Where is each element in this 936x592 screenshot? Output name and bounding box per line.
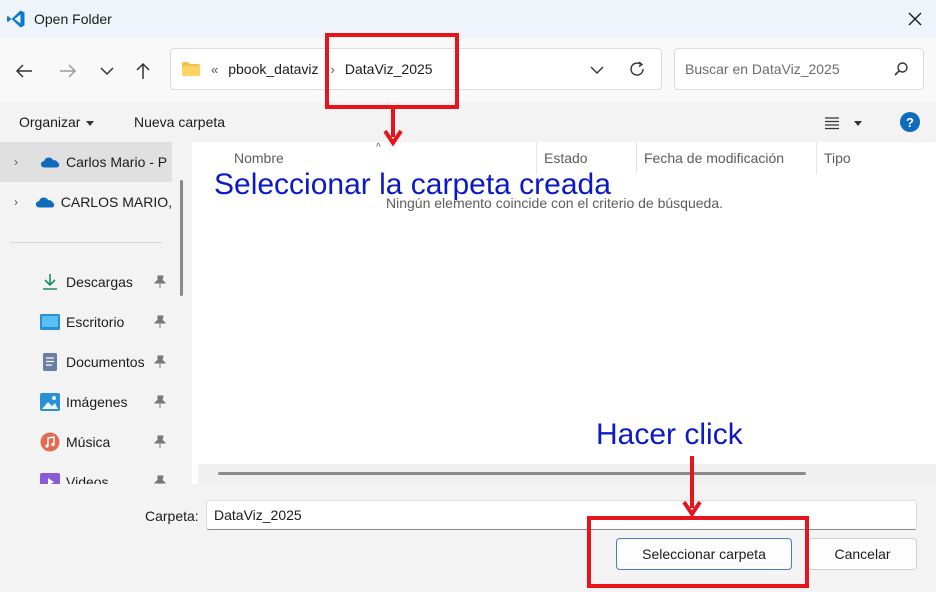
chevron-down-icon[interactable]: [589, 60, 605, 80]
back-button[interactable]: [11, 58, 37, 84]
folder-field-label: Carpeta:: [145, 508, 199, 524]
arrow-down-icon: [383, 107, 403, 147]
arrow-right-icon: [60, 64, 77, 78]
column-divider[interactable]: [636, 142, 637, 174]
sidebar-scrollbar[interactable]: [180, 180, 183, 296]
search-icon[interactable]: [893, 61, 909, 77]
command-bar: Organizar Nueva carpeta: [0, 102, 936, 142]
sidebar-item-onedrive-org[interactable]: › CARLOS MARIO,: [0, 182, 172, 222]
sidebar-item-desktop[interactable]: Escritorio: [0, 302, 172, 342]
onedrive-cloud-icon: [40, 152, 60, 172]
refresh-icon[interactable]: [627, 59, 647, 79]
music-icon: [40, 432, 60, 452]
highlight-box-breadcrumb: [325, 33, 459, 109]
sidebar-item-label: Carlos Mario - P: [66, 154, 168, 170]
sidebar-item-documents[interactable]: Documentos: [0, 342, 172, 382]
window-title: Open Folder: [34, 11, 112, 27]
sidebar-item-music[interactable]: Música: [0, 422, 172, 462]
desktop-icon: [40, 312, 60, 332]
pin-icon: [154, 435, 166, 448]
chevron-down-icon: [100, 67, 114, 76]
column-divider[interactable]: [816, 142, 817, 174]
arrow-down-icon: [682, 456, 702, 518]
onedrive-cloud-icon: [35, 192, 55, 212]
sidebar-item-label: Escritorio: [66, 314, 125, 330]
title-bar: Open Folder: [0, 0, 936, 38]
sidebar-item-pictures[interactable]: Imágenes: [0, 382, 172, 422]
pin-icon: [154, 475, 166, 484]
arrow-up-icon: [136, 62, 150, 79]
navigation-pane: › Carlos Mario - P › CARLOS MARIO, Desca…: [0, 142, 192, 484]
horizontal-scrollbar[interactable]: [198, 464, 936, 484]
sidebar-item-label: Imágenes: [66, 394, 128, 410]
sidebar-item-videos[interactable]: Videos: [0, 462, 172, 484]
new-folder-button[interactable]: Nueva carpeta: [134, 114, 225, 130]
forward-button[interactable]: [55, 58, 81, 84]
view-options-icon[interactable]: [824, 116, 840, 130]
search-box[interactable]: Buscar en DataViz_2025: [674, 48, 924, 90]
breadcrumb-overflow[interactable]: «: [211, 62, 218, 77]
sort-caret-icon: ^: [376, 142, 381, 153]
sidebar-item-downloads[interactable]: Descargas: [0, 262, 172, 302]
scrollbar-thumb[interactable]: [218, 472, 806, 475]
video-icon: [40, 472, 60, 484]
download-icon: [40, 272, 60, 292]
navigation-bar: « pbook_dataviz › DataViz_2025 Buscar en…: [0, 38, 936, 102]
column-header-modified[interactable]: Fecha de modificación: [644, 142, 784, 174]
pin-icon: [154, 275, 166, 288]
pin-icon: [154, 395, 166, 408]
sidebar-divider: [10, 242, 162, 243]
sidebar-item-label: CARLOS MARIO,: [60, 194, 172, 210]
close-button[interactable]: [904, 8, 926, 30]
search-input[interactable]: Buscar en DataViz_2025: [685, 61, 840, 77]
breadcrumb-item-pbook-dataviz[interactable]: pbook_dataviz: [228, 61, 318, 77]
sidebar-item-label: Música: [66, 434, 111, 450]
pin-icon: [154, 355, 166, 368]
annotation-click: Hacer click: [596, 418, 743, 451]
folder-icon: [182, 62, 200, 76]
column-header-type[interactable]: Tipo: [824, 142, 851, 174]
up-button[interactable]: [130, 58, 156, 84]
sidebar-item-onedrive-personal[interactable]: › Carlos Mario - P: [0, 142, 172, 182]
expand-chevron-icon[interactable]: ›: [14, 195, 21, 209]
sidebar-item-label: Videos: [66, 474, 109, 484]
arrow-left-icon: [15, 64, 32, 78]
close-icon: [908, 12, 922, 26]
sidebar-item-label: Documentos: [66, 354, 145, 370]
view-dropdown-icon[interactable]: [854, 121, 862, 126]
annotation-select-folder: Seleccionar la carpeta creada: [214, 168, 611, 201]
document-icon: [40, 352, 60, 372]
highlight-box-select-button: [587, 516, 809, 588]
expand-chevron-icon[interactable]: ›: [14, 155, 26, 169]
recent-locations-button[interactable]: [94, 58, 120, 84]
folder-name-field[interactable]: [206, 500, 917, 530]
sidebar-item-label: Descargas: [66, 274, 133, 290]
vscode-icon: [7, 10, 25, 28]
organize-button[interactable]: Organizar: [19, 114, 94, 130]
help-button[interactable]: ?: [900, 112, 920, 132]
pin-icon: [154, 315, 166, 328]
pictures-icon: [40, 392, 60, 412]
cancel-button[interactable]: Cancelar: [808, 538, 917, 570]
